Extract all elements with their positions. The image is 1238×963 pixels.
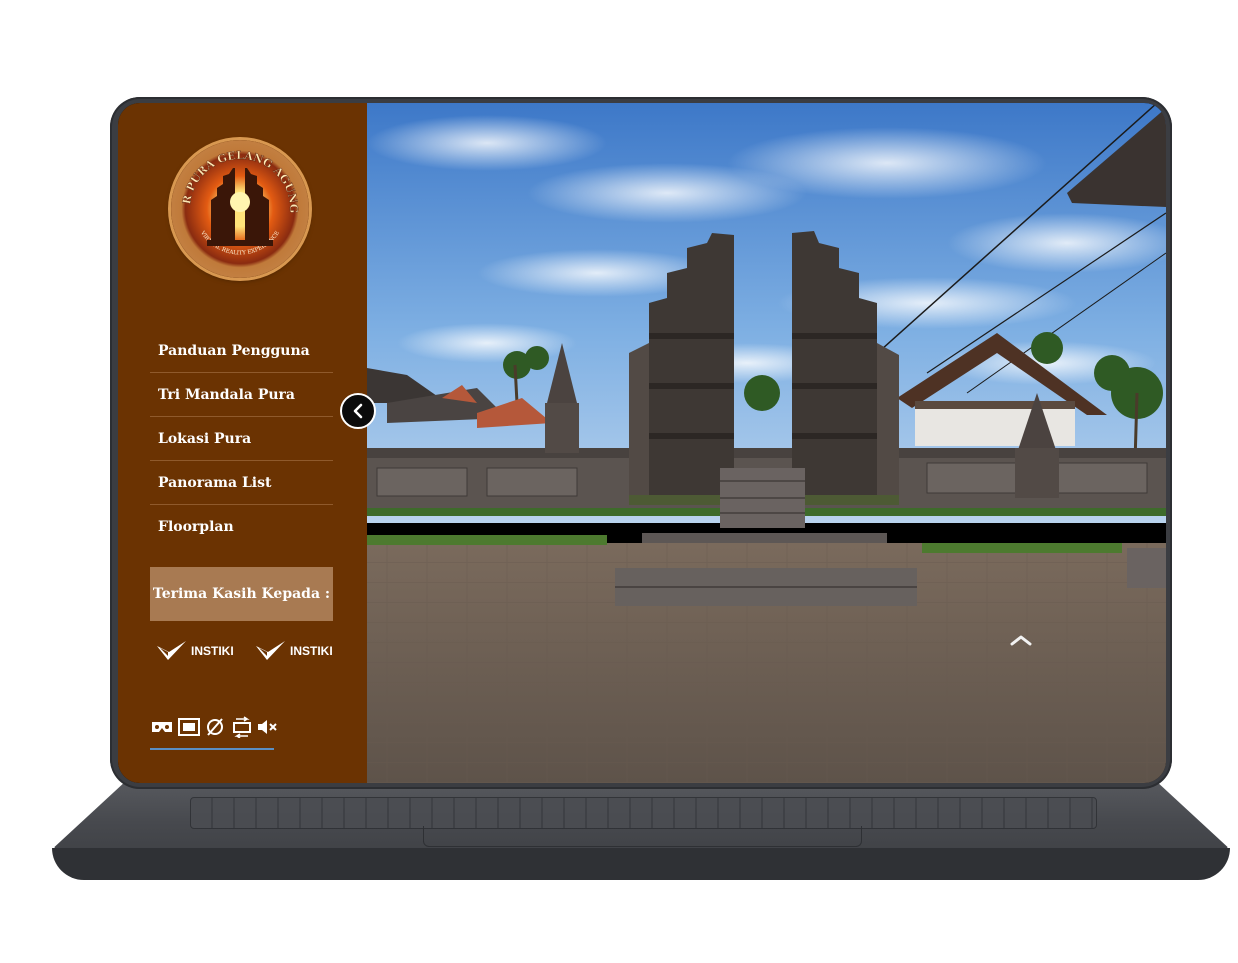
chevron-left-icon xyxy=(353,403,363,419)
sidebar-menu: Panduan Pengguna Tri Mandala Pura Lokasi… xyxy=(150,329,333,548)
sponsor-logo: INSTIKI xyxy=(255,638,333,664)
viewer-controls xyxy=(150,715,280,739)
autorotate-icon xyxy=(232,716,251,738)
gyroscope-off-icon xyxy=(207,718,223,736)
thanks-button[interactable]: Terima Kasih Kepada : xyxy=(150,567,333,621)
sidebar-toggle-button[interactable] xyxy=(340,393,376,429)
temple-logo: VR PURA GELANG AGUNG VIRTUAL REALITY EXP… xyxy=(171,140,309,278)
gyroscope-button[interactable] xyxy=(203,715,227,739)
menu-item-tri-mandala-pura[interactable]: Tri Mandala Pura xyxy=(150,373,333,417)
instiki-logo-icon xyxy=(256,641,285,660)
menu-item-panorama-list[interactable]: Panorama List xyxy=(150,461,333,505)
chevron-up-icon[interactable] xyxy=(1009,633,1033,647)
laptop-trackpad xyxy=(423,826,862,847)
autorotate-button[interactable] xyxy=(230,715,254,739)
panorama-image xyxy=(367,103,1166,783)
menu-item-floorplan[interactable]: Floorplan xyxy=(150,505,333,548)
vr-headset-button[interactable] xyxy=(150,715,174,739)
sponsor-name: INSTIKI xyxy=(290,644,333,658)
sponsor-name: INSTIKI xyxy=(191,644,234,658)
laptop-base-edge xyxy=(52,848,1230,880)
instiki-logo-icon xyxy=(157,641,186,660)
panorama-viewer[interactable] xyxy=(367,103,1166,783)
laptop-keyboard xyxy=(190,797,1097,829)
fullscreen-button[interactable] xyxy=(177,715,201,739)
sidebar: VR PURA GELANG AGUNG VIRTUAL REALITY EXP… xyxy=(118,103,367,783)
vr-headset-icon xyxy=(152,722,172,732)
logo-emblem: VR PURA GELANG AGUNG VIRTUAL REALITY EXP… xyxy=(171,140,300,257)
menu-item-panduan-pengguna[interactable]: Panduan Pengguna xyxy=(150,329,333,373)
controls-underline xyxy=(150,748,274,750)
laptop-screen: VR PURA GELANG AGUNG VIRTUAL REALITY EXP… xyxy=(118,103,1166,783)
mute-button[interactable] xyxy=(256,715,280,739)
sponsor-logo: INSTIKI xyxy=(156,638,234,664)
mute-icon xyxy=(258,720,277,734)
fullscreen-icon xyxy=(177,718,200,736)
menu-item-lokasi-pura[interactable]: Lokasi Pura xyxy=(150,417,333,461)
